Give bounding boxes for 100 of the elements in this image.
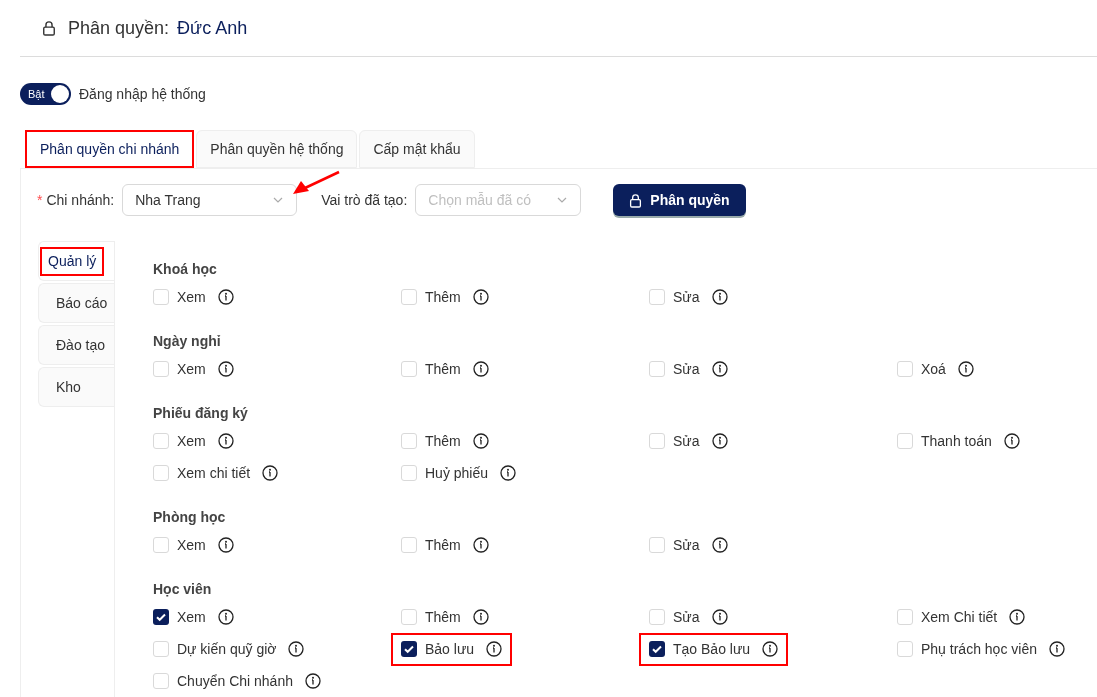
info-icon[interactable] [472,361,489,377]
checkbox[interactable] [649,361,665,377]
permission-label: Xem [177,607,206,627]
info-icon[interactable] [711,433,728,449]
checkbox[interactable] [153,609,169,625]
group-title: Phiếu đăng ký [153,403,249,423]
page-title: Phân quyền: [68,16,170,40]
info-icon[interactable] [711,609,728,625]
checkbox[interactable] [649,537,665,553]
info-icon[interactable] [472,289,489,305]
info-icon[interactable] [711,289,728,305]
tab[interactable]: Phân quyền hệ thống [196,130,358,168]
info-icon[interactable] [288,641,305,657]
permission-label: Sửa [673,535,700,555]
field-label: Vai trò đã tạo: [321,190,408,210]
checkbox[interactable] [153,289,169,305]
info-icon[interactable] [217,361,234,377]
info-icon[interactable] [486,641,503,657]
group-title: Khoá học [153,259,218,279]
info-icon[interactable] [472,433,489,449]
permission-label: Sửa [673,607,700,627]
lock-icon [629,192,643,208]
select-value: Nha Trang [135,190,201,210]
checkbox[interactable] [153,641,169,657]
info-icon[interactable] [217,609,234,625]
checkbox[interactable] [897,361,913,377]
info-icon[interactable] [305,673,321,689]
checkbox[interactable] [153,465,169,481]
info-icon[interactable] [217,537,234,553]
info-icon[interactable] [217,433,234,449]
permission-label: Thêm [425,431,461,451]
side-tab[interactable]: Quản lý [38,241,114,281]
tab[interactable]: Phân quyền chi nhánh [25,130,195,168]
permission-label: Xem chi tiết [177,463,251,483]
group-title: Ngày nghỉ [153,331,222,351]
permission-label: Sửa [673,431,700,451]
permission-label: Xem [177,287,206,307]
toggle-caption: Đăng nhập hệ thống [79,84,206,104]
permission-label: Phụ trách học viên [921,639,1037,659]
permission-label: Dự kiến quỹ giờ [177,639,277,659]
checkbox[interactable] [897,641,913,657]
info-icon[interactable] [1048,641,1065,657]
toggle-switch[interactable]: Bật [20,83,71,105]
permission-label: Thêm [425,607,461,627]
permission-label: Sửa [673,359,700,379]
info-icon[interactable] [711,361,728,377]
permission-label: Tạo Bảo lưu [673,639,751,659]
side-tab[interactable]: Đào tạo [38,325,114,365]
info-icon[interactable] [1003,433,1020,449]
checkbox[interactable] [401,361,417,377]
required-mark: * [37,190,43,210]
checkbox[interactable] [401,641,417,657]
permission-label: Bảo lưu [425,639,475,659]
permission-button[interactable]: Phân quyền [613,184,746,216]
checkbox[interactable] [401,609,417,625]
side-tab[interactable]: Kho [38,367,114,407]
select-placeholder: Chọn mẫu đã có [428,190,532,210]
branch-select[interactable]: Nha Trang [122,184,298,216]
checkbox[interactable] [649,289,665,305]
toggle-label: Bật [28,86,45,102]
checkbox[interactable] [401,465,417,481]
info-icon[interactable] [472,609,489,625]
permission-label: Xem [177,359,206,379]
permission-label: Xoá [921,359,946,379]
permission-label: Chuyển Chi nhánh [177,671,293,691]
info-icon[interactable] [262,465,279,481]
permission-label: Thêm [425,359,461,379]
permission-label: Xem [177,431,206,451]
info-icon[interactable] [711,537,728,553]
group-title: Học viên [153,579,213,599]
checkbox[interactable] [897,433,913,449]
checkbox[interactable] [401,289,417,305]
checkbox[interactable] [401,433,417,449]
info-icon[interactable] [500,465,517,481]
side-tab[interactable]: Báo cáo [38,283,114,323]
group-title: Phòng học [153,507,227,527]
permission-label: Thêm [425,535,461,555]
info-icon[interactable] [217,289,234,305]
permission-label: Thêm [425,287,461,307]
field-label: Chi nhánh: [46,190,115,210]
checkbox[interactable] [897,609,913,625]
info-icon[interactable] [472,537,489,553]
checkbox[interactable] [153,673,169,689]
tab[interactable]: Cấp mật khẩu [359,130,475,168]
permission-label: Sửa [673,287,700,307]
checkbox[interactable] [649,641,665,657]
permission-label: Huỷ phiếu [425,463,489,483]
checkbox[interactable] [153,361,169,377]
checkbox[interactable] [153,537,169,553]
checkbox[interactable] [401,537,417,553]
user-name: Đức Anh [177,16,248,40]
info-icon[interactable] [762,641,779,657]
checkbox[interactable] [649,609,665,625]
info-icon[interactable] [1009,609,1026,625]
permission-label: Thanh toán [921,431,992,451]
lock-icon [42,20,56,36]
permission-label: Xem Chi tiết [921,607,998,627]
checkbox[interactable] [153,433,169,449]
info-icon[interactable] [957,361,974,377]
checkbox[interactable] [649,433,665,449]
